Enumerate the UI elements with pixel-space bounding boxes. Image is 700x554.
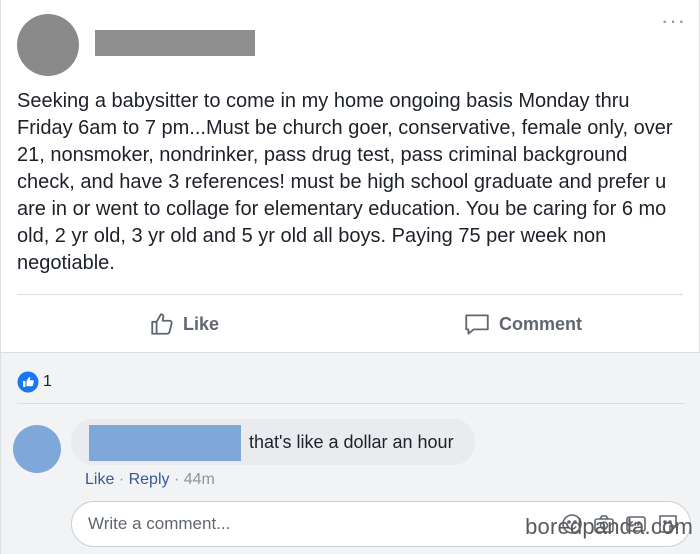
comment-reply-link[interactable]: Reply (129, 471, 170, 488)
reaction-count: 1 (43, 373, 52, 390)
comment-text: that's like a dollar an hour (249, 432, 454, 452)
comment-meta: Like · Reply · 44m (85, 471, 215, 489)
comment-input[interactable] (88, 502, 508, 546)
comment-like-link[interactable]: Like (85, 471, 114, 488)
like-reaction-icon (17, 371, 39, 393)
like-button-label: Like (183, 313, 220, 334)
divider (17, 403, 685, 404)
speech-bubble-icon (465, 314, 489, 335)
comment-button[interactable]: Comment (463, 306, 582, 342)
author-avatar[interactable] (17, 14, 79, 76)
post-body-text: Seeking a babysitter to come in my home … (17, 90, 673, 274)
reaction-summary[interactable]: 1 (17, 371, 52, 393)
watermark: boredpanda.com (525, 514, 693, 539)
author-name-redacted[interactable] (95, 30, 255, 56)
more-options-icon[interactable]: ··· (661, 10, 685, 32)
commenter-avatar[interactable] (13, 425, 61, 473)
like-button[interactable]: Like (149, 306, 219, 342)
separator: · (173, 471, 180, 488)
divider (17, 294, 683, 295)
commenter-name-redacted[interactable] (89, 425, 241, 461)
comment-button-label: Comment (499, 313, 583, 334)
post-actions-bar: Like Comment (1, 296, 700, 352)
thumbs-up-icon (151, 313, 173, 335)
comment-bubble: that's like a dollar an hour (71, 419, 475, 465)
comment-timestamp[interactable]: 44m (184, 471, 215, 488)
post-card: ··· Seeking a babysitter to come in my h… (0, 0, 700, 554)
separator: · (118, 471, 125, 488)
